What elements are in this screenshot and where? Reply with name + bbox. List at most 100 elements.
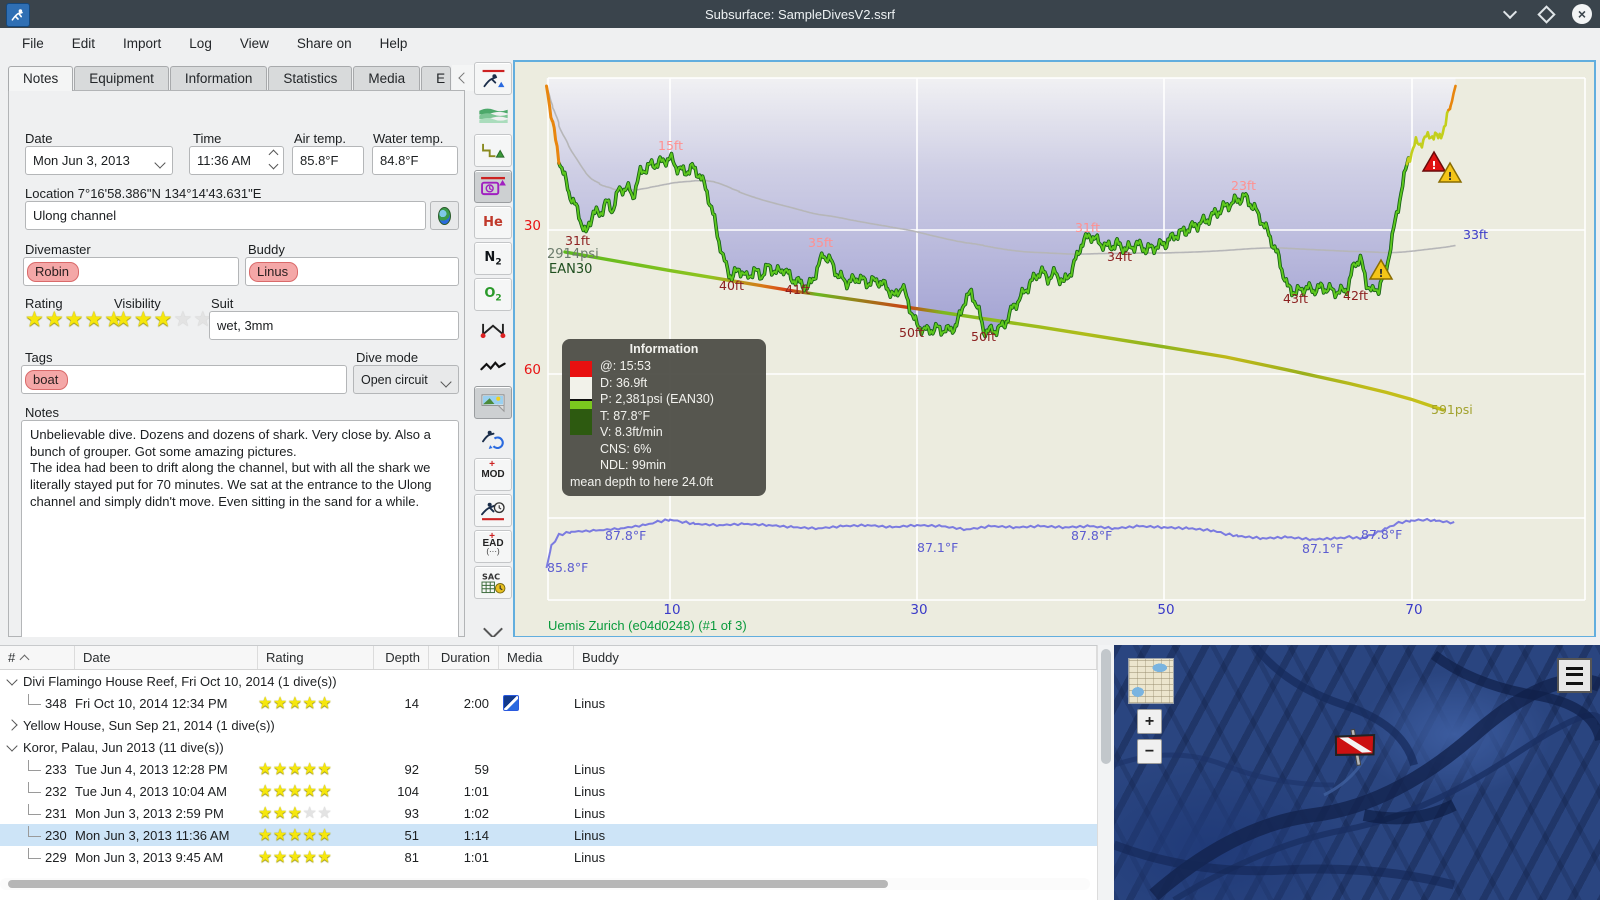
toolbar-mod-button[interactable]: + MOD	[474, 458, 512, 491]
tab-e[interactable]: E	[421, 66, 452, 91]
dive-row-230[interactable]: 230 Mon Jun 3, 2013 11:36 AM ★★★★★ 51 1:14 Li…	[0, 824, 1097, 846]
dive-duration-cell: 1:01	[463, 783, 489, 799]
window-title: Subsurface: SampleDivesV2.ssrf	[704, 6, 896, 22]
tag-pill[interactable]: boat	[25, 369, 69, 390]
divemode-select[interactable]: Open circuit	[353, 365, 459, 394]
suit-field[interactable]: wet, 3mm	[209, 311, 459, 340]
toolbar-events-button[interactable]	[474, 170, 512, 203]
star-filled-icon[interactable]: ★	[84, 307, 104, 332]
horizontal-scrollbar[interactable]	[0, 878, 1090, 890]
caret-collapsed-icon[interactable]	[6, 719, 18, 731]
menu-edit[interactable]: Edit	[60, 32, 107, 55]
buddy-field[interactable]: Linus	[245, 257, 459, 286]
star-filled-icon[interactable]: ★	[45, 307, 65, 332]
star-filled-icon[interactable]: ★	[114, 307, 134, 332]
toolbar-photos-button[interactable]	[474, 386, 512, 419]
tab-information[interactable]: Information	[169, 66, 268, 91]
vertical-scrollbar[interactable]	[1097, 645, 1114, 900]
map-zoom-out-button[interactable]: −	[1137, 739, 1162, 764]
tab-notes[interactable]: Notes	[8, 66, 74, 91]
column-header-media[interactable]: Media	[499, 646, 574, 669]
toolbar-dc-ceiling-button[interactable]	[474, 62, 512, 95]
panel-splitter[interactable]	[0, 637, 1600, 645]
toolbar-calculated-ceiling-button[interactable]	[474, 98, 512, 131]
dive-row-232[interactable]: 232 Tue Jun 4, 2013 10:04 AM ★★★★★ 104 1:01 L…	[0, 780, 1097, 802]
date-select[interactable]: Mon Jun 3, 2013	[25, 146, 173, 175]
tag-pill[interactable]: Robin	[27, 261, 79, 282]
column-header-date[interactable]: Date	[75, 646, 258, 669]
toolbar-toolbar-scroll-down-button[interactable]	[474, 604, 512, 639]
notes-textarea[interactable]: Unbelievable dive. Dozens and dozens of …	[21, 420, 459, 644]
caret-expanded-icon[interactable]	[6, 673, 18, 686]
dive-row-348[interactable]: 348 Fri Oct 10, 2014 12:34 PM ★★★★★ 14 2:00 L…	[0, 692, 1097, 714]
caret-expanded-icon[interactable]	[6, 739, 18, 752]
star-filled-icon[interactable]: ★	[154, 307, 174, 332]
column-header-rating[interactable]: Rating	[258, 646, 374, 669]
toolbar-nitrogen-graph-button[interactable]: N2	[474, 242, 512, 275]
toolbar-helium-graph-button[interactable]: He	[474, 206, 512, 239]
divemaster-field[interactable]: Robin	[23, 257, 239, 286]
toolbar-ceiling-steps-button[interactable]	[474, 134, 512, 167]
dive-row-229[interactable]: 229 Mon Jun 3, 2013 9:45 AM ★★★★★ 81 1:01 Lin…	[0, 846, 1097, 868]
rating-stars[interactable]: ★ ★ ★ ★ ★	[25, 307, 124, 332]
media-photo-icon[interactable]	[503, 695, 519, 711]
menu-import[interactable]: Import	[111, 32, 173, 55]
dive-row-231[interactable]: 231 Mon Jun 3, 2013 2:59 PM ★★★★★ 93 1:02 Lin…	[0, 802, 1097, 824]
minimize-button[interactable]	[1500, 4, 1520, 24]
toolbar-dc-reported-ceiling-button[interactable]	[474, 422, 512, 455]
watertemp-field[interactable]: 84.8°F	[372, 146, 458, 175]
map-globe-button[interactable]	[430, 201, 459, 230]
trip-row[interactable]: Koror, Palau, Jun 2013 (11 dive(s))	[0, 736, 1097, 758]
vscroll-handle[interactable]	[1101, 649, 1111, 764]
menu-file[interactable]: File	[10, 32, 56, 55]
suit-value: wet, 3mm	[217, 318, 274, 333]
toolbar-sac-rate-button[interactable]: SAC	[474, 566, 512, 599]
dive-date-cell: Mon Jun 3, 2013 9:45 AM	[75, 849, 224, 865]
star-filled-icon[interactable]: ★	[134, 307, 154, 332]
menu-help[interactable]: Help	[368, 32, 420, 55]
star-empty-icon[interactable]: ★	[173, 307, 193, 332]
location-value: Ulong channel	[33, 208, 117, 223]
star-filled-icon[interactable]: ★	[25, 307, 45, 332]
spinner-icons[interactable]	[268, 149, 279, 170]
tab-equipment[interactable]: Equipment	[74, 66, 169, 91]
toolbar-oxygen-graph-button[interactable]: O2	[474, 278, 512, 311]
profile-label-2914psi: 2914psi	[547, 247, 599, 262]
dive-site-map[interactable]: + −	[1114, 645, 1600, 900]
column-header-buddy[interactable]: Buddy	[574, 646, 1097, 669]
tags-field[interactable]: boat	[21, 365, 347, 394]
map-overview-thumbnail[interactable]	[1128, 658, 1174, 704]
dive-flag-marker[interactable]	[1330, 721, 1386, 773]
dive-row-233[interactable]: 233 Tue Jun 4, 2013 12:28 PM ★★★★★ 92 59 Linu…	[0, 758, 1097, 780]
menu-share-on[interactable]: Share on	[285, 32, 364, 55]
warning-red-icon[interactable]: !	[1421, 150, 1447, 172]
time-stepper[interactable]: 11:36 AM	[189, 146, 284, 175]
hamburger-icon	[1566, 666, 1583, 685]
trip-row[interactable]: Yellow House, Sun Sep 21, 2014 (1 dive(s…	[0, 714, 1097, 736]
close-button[interactable]: ×	[1572, 4, 1592, 24]
hscroll-handle[interactable]	[8, 880, 888, 888]
visibility-stars[interactable]: ★ ★ ★ ★ ★	[114, 307, 213, 332]
airtemp-field[interactable]: 85.8°F	[292, 146, 364, 175]
toolbar-ruler-button[interactable]	[474, 314, 512, 347]
column-header-depth[interactable]: Depth	[374, 646, 429, 669]
tag-pill[interactable]: Linus	[249, 261, 299, 282]
menu-view[interactable]: View	[228, 32, 281, 55]
tab-media[interactable]: Media	[353, 66, 421, 91]
toolbar-ead-end-button[interactable]: + EAD (···)	[474, 530, 512, 563]
location-field[interactable]: Ulong channel	[25, 201, 426, 230]
map-menu-button[interactable]	[1557, 658, 1592, 693]
dive-profile-chart[interactable]: !!! Information @: 15:53 D: 36.9ft P: 2,38…	[513, 60, 1596, 638]
column-header-num[interactable]: #	[0, 646, 75, 669]
profile-label-EAN30: EAN30	[549, 262, 593, 277]
tab-scroll-left-icon[interactable]	[458, 72, 470, 84]
column-header-duration[interactable]: Duration	[429, 646, 499, 669]
tab-statistics[interactable]: Statistics	[268, 66, 353, 91]
toolbar-heart-rate-button[interactable]	[474, 350, 512, 383]
maximize-button[interactable]	[1536, 4, 1556, 24]
trip-row[interactable]: Divi Flamingo House Reef, Fri Oct 10, 20…	[0, 670, 1097, 692]
map-zoom-in-button[interactable]: +	[1137, 709, 1162, 734]
star-filled-icon[interactable]: ★	[65, 307, 85, 332]
menu-log[interactable]: Log	[177, 32, 224, 55]
toolbar-ndl-tts-button[interactable]	[474, 494, 512, 527]
